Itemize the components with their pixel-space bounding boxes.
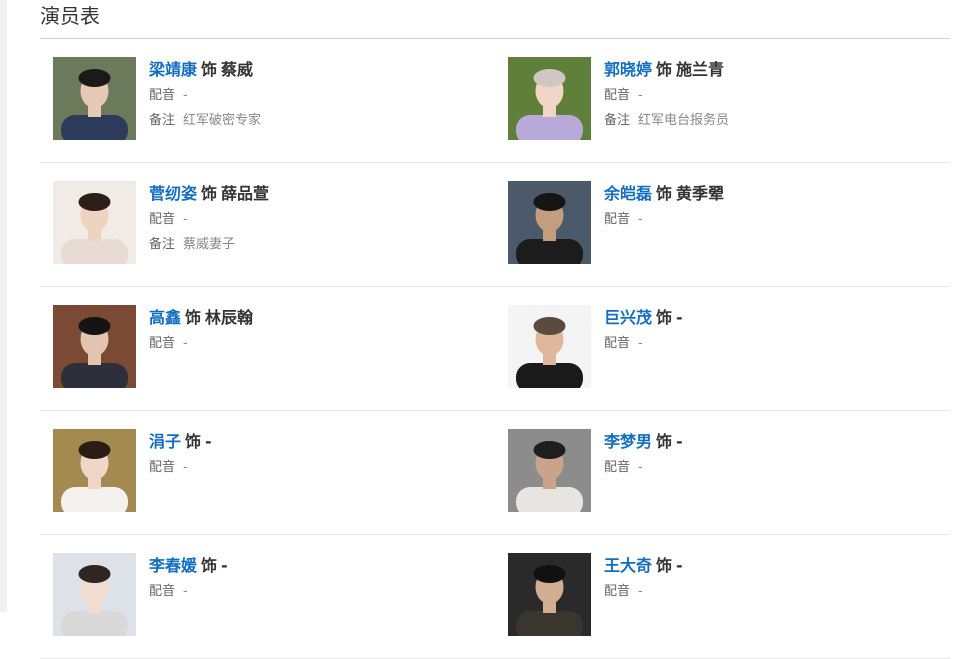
cast-item: 涓子饰 - 配音 - [40, 411, 495, 535]
note-value: 红军电台报务员 [638, 113, 730, 128]
cast-list: 梁靖康饰蔡威 配音 - 备注 红军破密专家 郭晓婷饰施兰青 配音 - 备注 红军电台报务… [40, 39, 950, 659]
actor-photo[interactable] [508, 553, 591, 636]
plays-label: 饰 [656, 308, 673, 327]
role-name: 薛品萱 [221, 184, 270, 203]
actor-photo[interactable] [508, 305, 591, 388]
dub-label: 配音 [149, 584, 176, 599]
dub-label: 配音 [149, 212, 176, 227]
cast-item: 余皑磊饰黄季翚 配音 - [495, 163, 950, 287]
plays-label: 饰 [201, 184, 218, 203]
dub-value: - [638, 336, 643, 351]
dub-value: - [183, 88, 188, 103]
note-value: 红军破密专家 [183, 113, 262, 128]
actor-name-link[interactable]: 余皑磊 [604, 184, 652, 203]
actor-name-link[interactable]: 梁靖康 [149, 60, 197, 79]
dub-label: 配音 [149, 460, 176, 475]
dub-label: 配音 [604, 460, 631, 475]
actor-photo[interactable] [53, 553, 136, 636]
actor-name-link[interactable]: 李春媛 [149, 556, 197, 575]
note-value: 蔡威妻子 [183, 237, 236, 252]
role-name: - [676, 432, 683, 451]
role-name: - [205, 432, 212, 451]
actor-name-link[interactable]: 巨兴茂 [604, 308, 652, 327]
cast-item: 李梦男饰 - 配音 - [495, 411, 950, 535]
actor-name-link[interactable]: 涓子 [149, 432, 181, 451]
cast-item: 菅纫姿饰薛品萱 配音 - 备注 蔡威妻子 [40, 163, 495, 287]
actor-photo[interactable] [508, 57, 591, 140]
cast-item: 高鑫饰林辰翰 配音 - [40, 287, 495, 411]
plays-label: 饰 [201, 60, 218, 79]
dub-value: - [638, 584, 643, 599]
actor-name-link[interactable]: 菅纫姿 [149, 184, 197, 203]
dub-label: 配音 [604, 584, 631, 599]
role-name: 蔡威 [221, 60, 254, 79]
plays-label: 饰 [185, 308, 202, 327]
actor-photo[interactable] [53, 181, 136, 264]
role-name: 黄季翚 [676, 184, 725, 203]
actor-name-link[interactable]: 李梦男 [604, 432, 652, 451]
dub-label: 配音 [604, 336, 631, 351]
plays-label: 饰 [185, 432, 202, 451]
plays-label: 饰 [656, 184, 673, 203]
actor-photo[interactable] [53, 429, 136, 512]
dub-value: - [638, 212, 643, 227]
section-title: 演员表 [40, 4, 100, 28]
actor-name-link[interactable]: 王大奇 [604, 556, 652, 575]
plays-label: 饰 [656, 432, 673, 451]
dub-label: 配音 [149, 88, 176, 103]
cast-item: 李春媛饰 - 配音 - [40, 535, 495, 659]
plays-label: 饰 [656, 60, 673, 79]
dub-value: - [183, 212, 188, 227]
note-label: 备注 [149, 237, 176, 252]
cast-item: 郭晓婷饰施兰青 配音 - 备注 红军电台报务员 [495, 39, 950, 163]
cast-item: 王大奇饰 - 配音 - [495, 535, 950, 659]
cast-item: 巨兴茂饰 - 配音 - [495, 287, 950, 411]
actor-name-link[interactable]: 郭晓婷 [604, 60, 652, 79]
dub-value: - [183, 584, 188, 599]
dub-label: 配音 [149, 336, 176, 351]
dub-value: - [638, 460, 643, 475]
note-label: 备注 [149, 113, 176, 128]
plays-label: 饰 [656, 556, 673, 575]
role-name: - [221, 556, 228, 575]
actor-name-link[interactable]: 高鑫 [149, 308, 181, 327]
actor-photo[interactable] [53, 305, 136, 388]
role-name: - [676, 308, 683, 327]
dub-label: 配音 [604, 212, 631, 227]
dub-value: - [183, 460, 188, 475]
left-rail [0, 0, 7, 612]
dub-value: - [183, 336, 188, 351]
role-name: - [676, 556, 683, 575]
dub-value: - [638, 88, 643, 103]
note-label: 备注 [604, 113, 631, 128]
actor-photo[interactable] [508, 429, 591, 512]
actor-photo[interactable] [53, 57, 136, 140]
actor-photo[interactable] [508, 181, 591, 264]
plays-label: 饰 [201, 556, 218, 575]
role-name: 施兰青 [676, 60, 725, 79]
cast-item: 梁靖康饰蔡威 配音 - 备注 红军破密专家 [40, 39, 495, 163]
role-name: 林辰翰 [205, 308, 254, 327]
dub-label: 配音 [604, 88, 631, 103]
